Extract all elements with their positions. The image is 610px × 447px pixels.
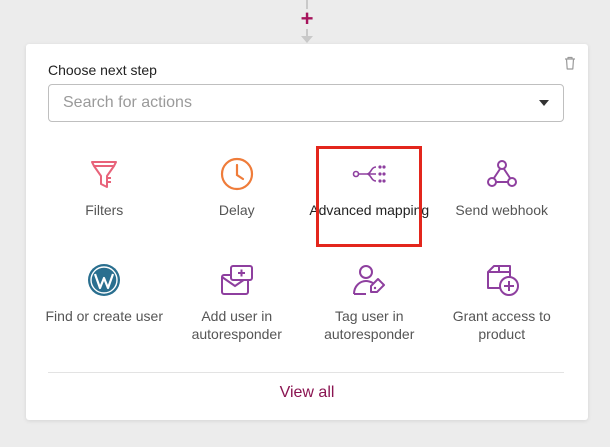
card-divider xyxy=(48,372,564,373)
action-label: Filters xyxy=(85,202,124,218)
action-label: Tag user in autoresponder xyxy=(324,308,415,342)
action-tag-user-autoresponder[interactable]: Tag user in autoresponder xyxy=(303,250,436,352)
action-label: Send webhook xyxy=(455,202,549,218)
search-input[interactable] xyxy=(61,93,539,113)
action-delay[interactable]: Delay xyxy=(171,144,304,246)
action-add-user-autoresponder[interactable]: Add user in autoresponder xyxy=(171,250,304,352)
action-grant-access-product[interactable]: Grant access to product xyxy=(436,250,569,352)
action-label: Delay xyxy=(218,202,255,218)
search-select[interactable] xyxy=(48,84,564,122)
action-grid: Filters Delay Advanced mapping Send webh… xyxy=(38,144,568,352)
next-step-card: Choose next step Filters Delay xyxy=(26,44,588,420)
clock-icon xyxy=(220,157,253,191)
email-add-icon xyxy=(220,265,253,295)
action-advanced-mapping[interactable]: Advanced mapping xyxy=(303,144,436,247)
plus-icon: + xyxy=(300,6,314,31)
chevron-down-icon[interactable] xyxy=(539,100,549,106)
user-tag-icon xyxy=(353,265,386,295)
action-filters[interactable]: Filters xyxy=(38,144,171,246)
action-label: Add user in autoresponder xyxy=(191,308,282,342)
flow-arrow-head xyxy=(301,36,313,43)
mapping-icon xyxy=(352,165,386,183)
action-label: Grant access to product xyxy=(452,308,551,342)
view-all-link[interactable]: View all xyxy=(26,384,588,402)
product-add-icon xyxy=(486,265,519,296)
card-title: Choose next step xyxy=(48,62,157,78)
add-step-button[interactable]: + xyxy=(297,6,317,31)
action-find-or-create-user[interactable]: Find or create user xyxy=(38,250,171,352)
action-label: Advanced mapping xyxy=(309,202,430,218)
action-label: Find or create user xyxy=(45,308,164,324)
trash-icon[interactable] xyxy=(562,55,578,71)
filter-icon xyxy=(91,161,118,188)
action-send-webhook[interactable]: Send webhook xyxy=(436,144,569,246)
webhook-icon xyxy=(486,160,517,187)
wordpress-icon xyxy=(88,264,121,296)
